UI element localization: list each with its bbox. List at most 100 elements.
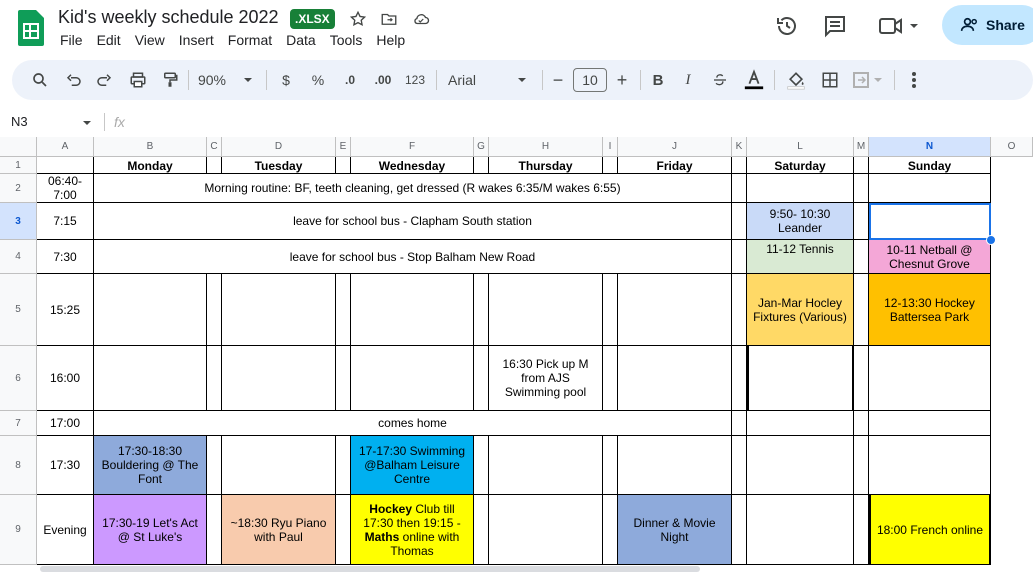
zoom-dropdown-icon[interactable] bbox=[238, 60, 258, 100]
font-dropdown-icon[interactable] bbox=[512, 60, 532, 100]
cell-m3[interactable] bbox=[854, 203, 869, 240]
cell-c8[interactable] bbox=[207, 436, 222, 495]
column-header-g[interactable]: G bbox=[474, 137, 489, 157]
strikethrough-icon[interactable] bbox=[710, 60, 730, 100]
cell-i6[interactable] bbox=[603, 346, 618, 411]
cell-k1[interactable] bbox=[732, 157, 747, 174]
cell-i8[interactable] bbox=[603, 436, 618, 495]
share-button[interactable]: Share bbox=[942, 5, 1033, 45]
row-header-5[interactable]: 5 bbox=[0, 274, 37, 346]
cell-k6[interactable] bbox=[732, 346, 747, 411]
cell-g6[interactable] bbox=[474, 346, 489, 411]
time-cell[interactable]: Evening bbox=[37, 495, 94, 565]
cell-b5[interactable] bbox=[94, 274, 207, 346]
time-cell[interactable]: 7:15 bbox=[37, 203, 94, 240]
cell-c5[interactable] bbox=[207, 274, 222, 346]
cell-m4[interactable] bbox=[854, 240, 869, 274]
cell-k9[interactable] bbox=[732, 495, 747, 565]
text-color-icon[interactable] bbox=[742, 60, 766, 100]
event-sat-hockey[interactable]: Jan-Mar Hocley Fixtures (Various) bbox=[747, 274, 854, 346]
cell-g9[interactable] bbox=[474, 495, 489, 565]
zoom-select[interactable]: 90% bbox=[190, 60, 234, 100]
event-mon-bouldering[interactable]: 17:30-18:30 Bouldering @ The Font bbox=[94, 436, 207, 495]
column-header-l[interactable]: L bbox=[747, 137, 854, 157]
cell-e8[interactable] bbox=[336, 436, 351, 495]
event-tue-piano[interactable]: ~18:30 Ryu Piano with Paul bbox=[222, 495, 336, 565]
cell-h8[interactable] bbox=[489, 436, 603, 495]
cell-n8[interactable] bbox=[869, 436, 991, 495]
event-morning-routine[interactable]: Morning routine: BF, teeth cleaning, get… bbox=[94, 174, 732, 203]
event-wed-swimming[interactable]: 17-17:30 Swimming @Balham Leisure Centre bbox=[351, 436, 474, 495]
cell-m2[interactable] bbox=[854, 174, 869, 203]
column-header-j[interactable]: J bbox=[618, 137, 732, 157]
menu-edit[interactable]: Edit bbox=[97, 32, 121, 48]
cell-c6[interactable] bbox=[207, 346, 222, 411]
cell-j8[interactable] bbox=[618, 436, 732, 495]
event-sun-hockey[interactable]: 12-13:30 Hockey Battersea Park bbox=[869, 274, 991, 346]
row-header-4[interactable]: 4 bbox=[0, 240, 37, 274]
menu-data[interactable]: Data bbox=[286, 32, 316, 48]
active-cell-selection[interactable] bbox=[869, 203, 991, 240]
cell-k3[interactable] bbox=[732, 203, 747, 240]
header-sunday[interactable]: Sunday bbox=[869, 157, 991, 174]
cell-m1[interactable] bbox=[854, 157, 869, 174]
comments-icon[interactable] bbox=[823, 14, 847, 38]
cell-c1[interactable] bbox=[207, 157, 222, 174]
time-cell[interactable]: 17:00 bbox=[37, 411, 94, 436]
cell-i1[interactable] bbox=[603, 157, 618, 174]
event-sat-leander[interactable]: 9:50- 10:30 Leander bbox=[747, 203, 854, 240]
row-header-8[interactable]: 8 bbox=[0, 436, 37, 495]
cell-k5[interactable] bbox=[732, 274, 747, 346]
borders-icon[interactable] bbox=[818, 60, 842, 100]
cell-k4[interactable] bbox=[732, 240, 747, 274]
cell-h5[interactable] bbox=[489, 274, 603, 346]
column-header-c[interactable]: C bbox=[207, 137, 222, 157]
row-header-1[interactable]: 1 bbox=[0, 157, 37, 174]
cell-i5[interactable] bbox=[603, 274, 618, 346]
search-menus-icon[interactable] bbox=[28, 60, 52, 100]
time-cell[interactable]: 17:30 bbox=[37, 436, 94, 495]
cell-e6[interactable] bbox=[336, 346, 351, 411]
event-fri-dinner[interactable]: Dinner & Movie Night bbox=[618, 495, 732, 565]
event-thu-pickup[interactable]: 16:30 Pick up M from AJS Swimming pool bbox=[489, 346, 603, 411]
cell-a1[interactable] bbox=[37, 157, 94, 174]
time-cell[interactable]: 16:00 bbox=[37, 346, 94, 411]
cell-f6[interactable] bbox=[351, 346, 474, 411]
document-title[interactable]: Kid's weekly schedule 2022 bbox=[58, 7, 279, 28]
cell-d6[interactable] bbox=[222, 346, 336, 411]
cell-m6[interactable] bbox=[854, 346, 869, 411]
font-size-increase-icon[interactable]: + bbox=[612, 60, 632, 100]
cell-i9[interactable] bbox=[603, 495, 618, 565]
cell-g8[interactable] bbox=[474, 436, 489, 495]
cell-l9[interactable] bbox=[747, 495, 854, 565]
more-options-icon[interactable] bbox=[904, 60, 924, 100]
cell-m9[interactable] bbox=[854, 495, 869, 565]
column-header-k[interactable]: K bbox=[732, 137, 747, 157]
column-header-e[interactable]: E bbox=[336, 137, 351, 157]
redo-icon[interactable] bbox=[92, 60, 116, 100]
increase-decimal-button[interactable]: .00 bbox=[370, 60, 396, 100]
row-header-6[interactable]: 6 bbox=[0, 346, 37, 411]
print-icon[interactable] bbox=[126, 60, 150, 100]
event-mon-lets-act[interactable]: 17:30-19 Let's Act @ St Luke's bbox=[94, 495, 207, 565]
header-tuesday[interactable]: Tuesday bbox=[222, 157, 336, 174]
cloud-saved-icon[interactable] bbox=[412, 10, 430, 28]
menu-view[interactable]: View bbox=[135, 32, 165, 48]
row-header-7[interactable]: 7 bbox=[0, 411, 37, 436]
cell-c9[interactable] bbox=[207, 495, 222, 565]
cell-l7[interactable] bbox=[747, 411, 854, 436]
event-comes-home[interactable]: comes home bbox=[94, 411, 732, 436]
cell-m7[interactable] bbox=[854, 411, 869, 436]
column-header-n[interactable]: N bbox=[869, 137, 991, 157]
event-sat-tennis[interactable]: 11-12 Tennis bbox=[747, 240, 854, 274]
name-box-dropdown-icon[interactable] bbox=[82, 118, 92, 128]
column-header-b[interactable]: B bbox=[94, 137, 207, 157]
name-box[interactable]: N3 bbox=[0, 110, 100, 134]
cell-g1[interactable] bbox=[474, 157, 489, 174]
undo-icon[interactable] bbox=[62, 60, 86, 100]
column-header-o[interactable]: O bbox=[991, 137, 1033, 157]
cell-j5[interactable] bbox=[618, 274, 732, 346]
decrease-decimal-button[interactable]: .0 bbox=[338, 60, 362, 100]
cell-l8[interactable] bbox=[747, 436, 854, 495]
cell-k8[interactable] bbox=[732, 436, 747, 495]
